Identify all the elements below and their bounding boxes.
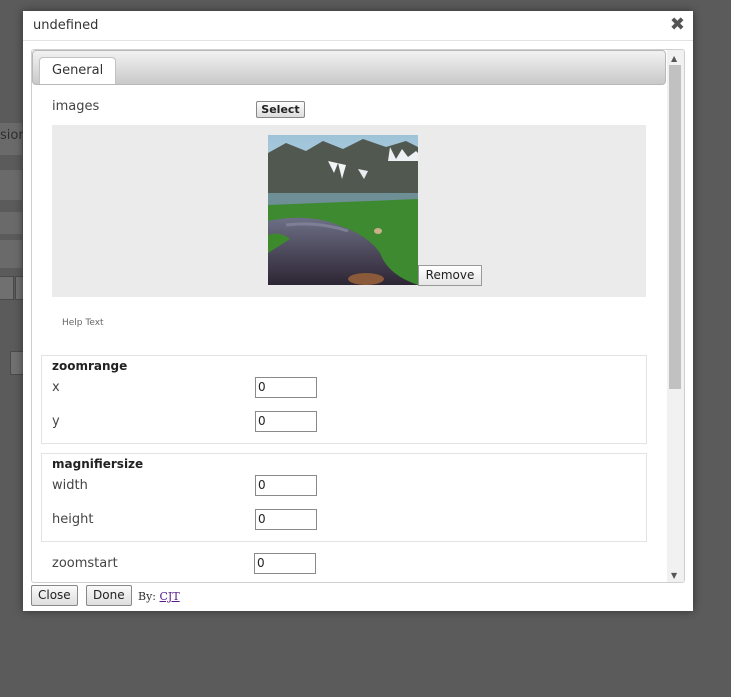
close-button[interactable]: Close [31,585,78,606]
y-label: y [52,414,60,429]
help-text: Help Text [62,318,104,328]
magnifiersize-height-input[interactable]: 0 [255,509,317,530]
zoomrange-title: zoomrange [52,359,128,373]
images-label: images [52,99,100,114]
width-label: width [52,478,88,493]
zoomrange-y-input[interactable]: 0 [255,411,317,432]
magnifiersize-title: magnifiersize [52,457,144,471]
height-label: height [52,512,94,527]
image-thumbnail[interactable] [268,135,418,285]
bg-button [0,276,14,300]
bg-row [0,170,22,200]
author-link[interactable]: CJT [160,590,180,603]
image-preview-area: Remove [52,125,646,297]
done-button[interactable]: Done [86,585,132,606]
close-icon[interactable]: ✖ [670,15,685,35]
scroll-up-arrow-icon[interactable]: ▲ [671,54,677,63]
select-image-button[interactable]: Select [256,101,305,118]
scroll-thumb[interactable] [669,65,681,389]
by-prefix: By: [138,590,157,603]
bg-editor-icon [10,351,24,375]
x-label: x [52,380,60,395]
zoomstart-label: zoomstart [52,556,118,571]
dialog: undefined ✖ General ▲ ▼ images Select Re… [23,11,693,611]
byline: By: CJT [138,590,180,603]
dialog-title: undefined [33,18,99,33]
remove-image-button[interactable]: Remove [418,265,482,286]
bg-row [0,240,22,268]
dialog-content-frame: General ▲ ▼ images Select Remove Help Te… [31,49,685,583]
tab-bar: General [32,50,666,85]
zoomrange-fieldset: zoomrange x 0 y 0 [41,355,647,444]
vertical-scrollbar[interactable]: ▲ ▼ [667,50,684,582]
title-divider [23,40,693,41]
bg-row [0,212,22,234]
scroll-down-arrow-icon[interactable]: ▼ [671,571,677,580]
landscape-image [268,135,418,285]
magnifiersize-fieldset: magnifiersize width 0 height 0 [41,453,647,542]
magnifiersize-width-input[interactable]: 0 [255,475,317,496]
tab-general[interactable]: General [39,57,117,84]
zoomrange-x-input[interactable]: 0 [255,377,317,398]
zoomstart-input[interactable]: 0 [254,553,316,574]
